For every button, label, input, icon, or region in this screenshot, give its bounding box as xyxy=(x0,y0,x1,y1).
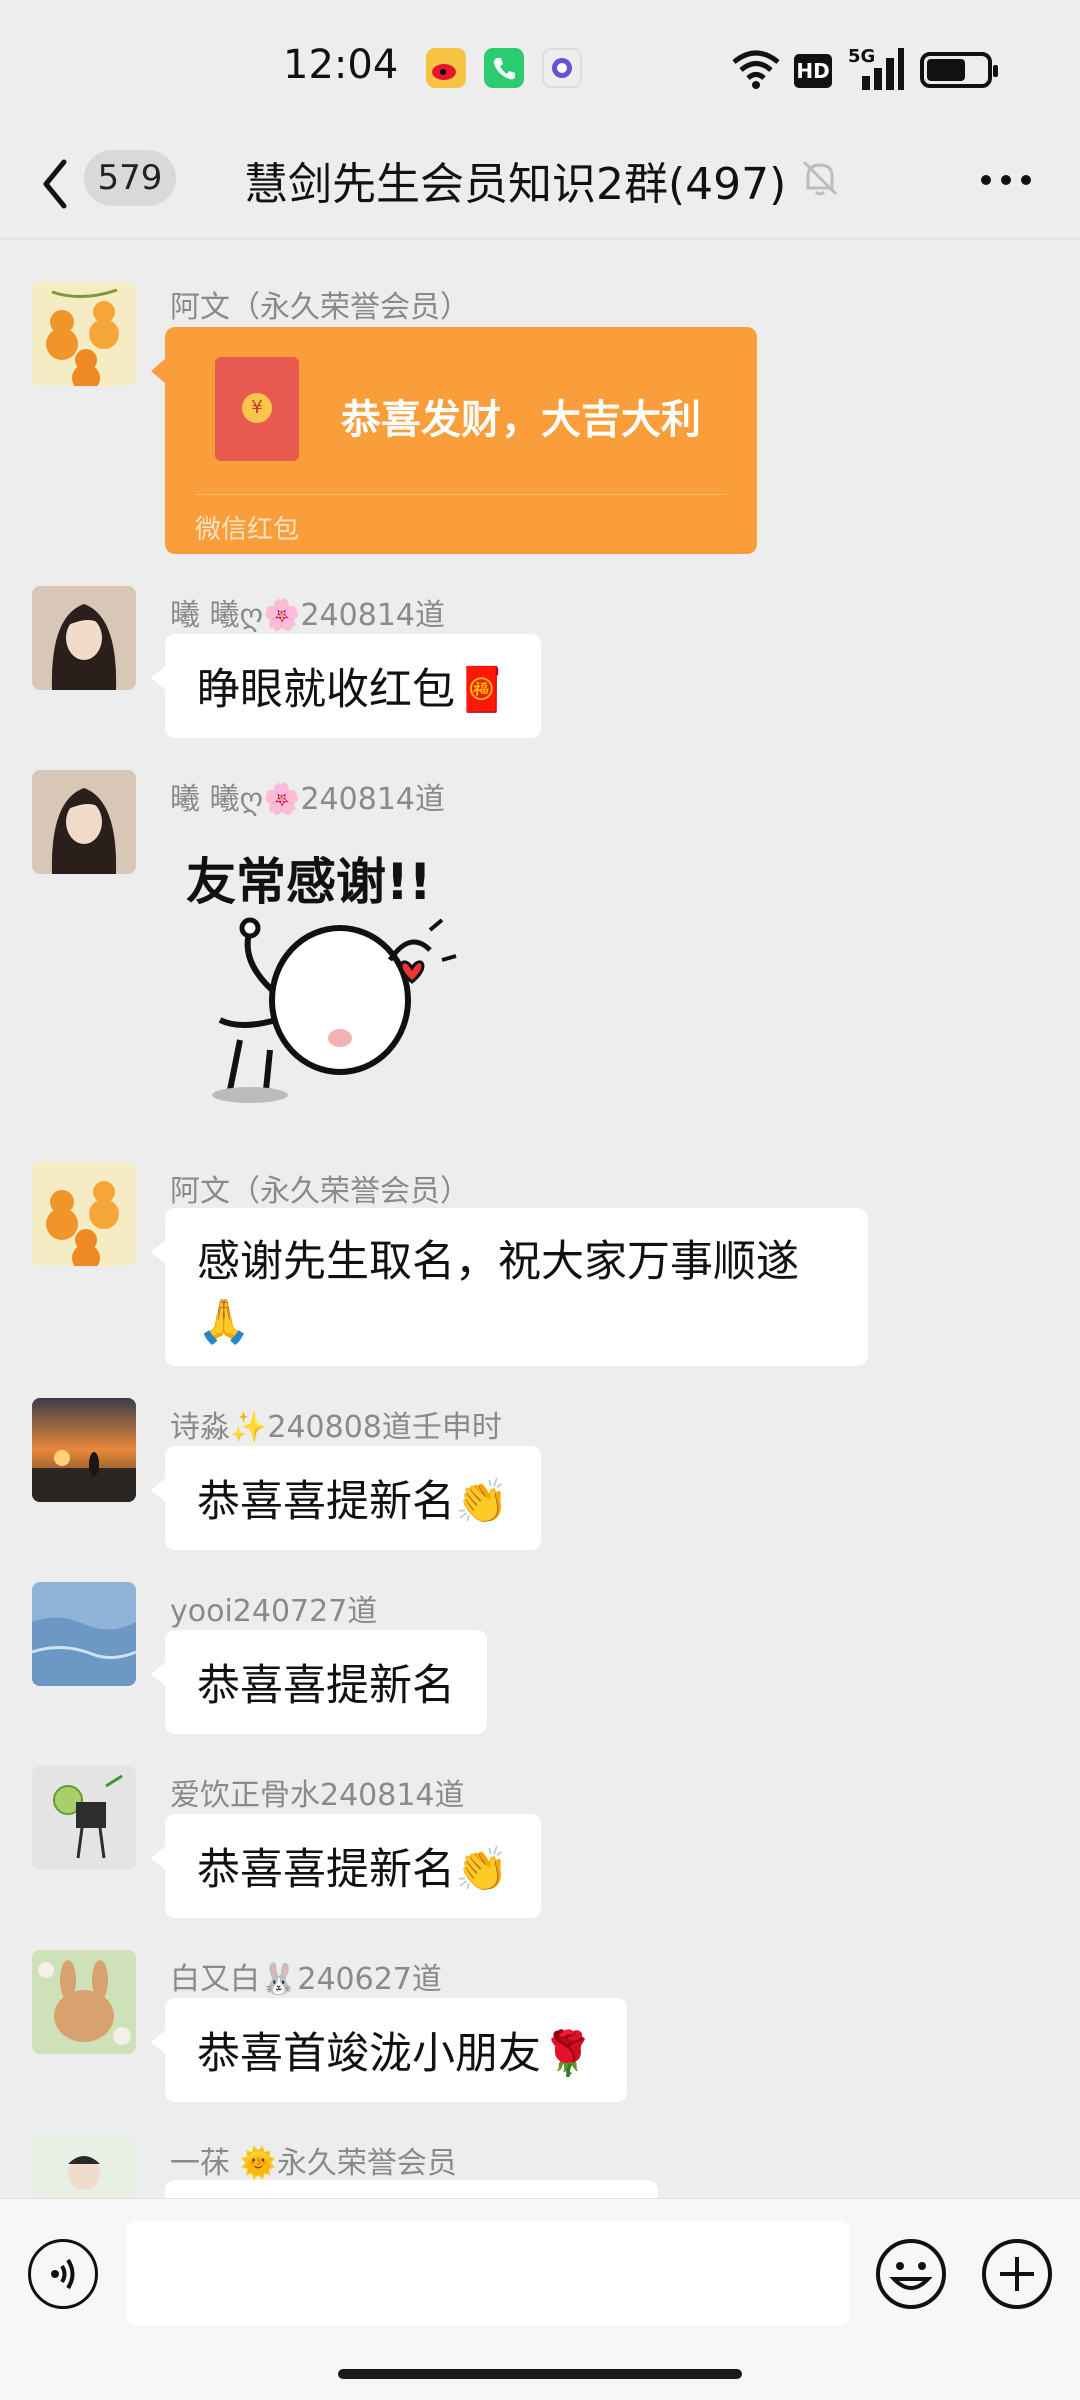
unread-count-badge[interactable]: 579 xyxy=(84,150,176,206)
message-bubble[interactable]: 恭喜首竣泷小朋友🌹 xyxy=(151,1998,627,2102)
avatar[interactable] xyxy=(32,586,136,690)
message-text: 恭喜喜提新名👏 xyxy=(197,1845,509,1895)
sender-name: 一茠 🌞永久荣誉会员 xyxy=(170,2146,457,2181)
message-input[interactable] xyxy=(126,2221,850,2325)
app-icon xyxy=(542,48,582,88)
sender-name: 爱饮正骨水240814道 xyxy=(170,1778,465,1813)
sticker-message[interactable]: 友常感谢!! xyxy=(180,830,480,1120)
avatar[interactable] xyxy=(32,1398,136,1502)
status-bar: 12:04 HD 5G xyxy=(0,0,1080,130)
message-bubble[interactable]: 恭喜喜提新名 xyxy=(151,1630,487,1734)
back-arrow-icon[interactable] xyxy=(36,154,76,214)
chat-title: 慧剑先生会员知识2群(497) xyxy=(244,159,787,210)
sender-name: 曦 曦ღ🌸240814道 xyxy=(170,782,445,817)
sender-name: 阿文（永久荣誉会员） xyxy=(170,1174,470,1209)
red-packet-title: 恭喜发财，大吉大利 xyxy=(341,397,701,443)
voice-input-icon[interactable] xyxy=(28,2239,98,2309)
message-bubble[interactable]: 睁眼就收红包🧧 xyxy=(151,634,541,738)
red-envelope-icon: ¥ xyxy=(215,357,299,461)
message-text: 恭喜首竣泷小朋友🌹 xyxy=(197,2029,595,2079)
more-options-icon[interactable] xyxy=(978,172,1034,188)
message-text: 恭喜喜提新名👏 xyxy=(197,1477,509,1527)
network-type: 5G xyxy=(848,46,876,67)
muted-bell-icon xyxy=(802,160,838,196)
message-bubble[interactable] xyxy=(151,2180,658,2236)
emoji-icon[interactable] xyxy=(874,2237,948,2311)
message-text: 恭喜喜提新名 xyxy=(197,1661,455,1711)
weibo-icon xyxy=(426,48,466,88)
red-packet-label: 微信红包 xyxy=(195,515,300,545)
avatar[interactable] xyxy=(32,770,136,874)
avatar[interactable] xyxy=(32,1766,136,1870)
sticker-image xyxy=(212,917,457,1103)
battery-icon xyxy=(920,52,998,88)
sender-name: 阿文（永久荣誉会员） xyxy=(170,290,470,325)
red-packet-message[interactable]: ¥ 恭喜发财，大吉大利 微信红包 xyxy=(151,327,757,554)
sender-name: 诗淼✨240808道壬申时 xyxy=(170,1410,502,1445)
avatar[interactable] xyxy=(32,282,136,386)
message-bubble[interactable]: 恭喜喜提新名👏 xyxy=(151,1814,541,1918)
plus-icon[interactable] xyxy=(980,2237,1054,2311)
message-bubble[interactable]: 恭喜喜提新名👏 xyxy=(151,1446,541,1550)
sender-name: yooi240727道 xyxy=(170,1594,378,1629)
message-bubble[interactable]: 感谢先生取名，祝大家万事顺遂🙏 xyxy=(151,1208,868,1366)
avatar[interactable] xyxy=(32,2134,136,2198)
sender-name: 白又白🐰240627道 xyxy=(170,1962,442,1997)
signal-icon: 5G xyxy=(848,46,904,90)
avatar[interactable] xyxy=(32,1162,136,1266)
message-text: 感谢先生取名，祝大家万事顺遂🙏 xyxy=(197,1237,799,1347)
avatar[interactable] xyxy=(32,1950,136,2054)
home-indicator[interactable] xyxy=(338,2369,742,2379)
input-bar xyxy=(0,2198,1080,2400)
sender-name: 曦 曦ღ🌸240814道 xyxy=(170,598,445,633)
chat-header: 579 慧剑先生会员知识2群(497) xyxy=(0,130,1080,238)
avatar[interactable] xyxy=(32,1582,136,1686)
message-text: 睁眼就收红包🧧 xyxy=(197,665,509,715)
hd-icon: HD xyxy=(794,54,832,88)
status-time: 12:04 xyxy=(283,42,399,88)
wifi-icon xyxy=(732,50,780,89)
red-packet-divider xyxy=(195,494,727,495)
header-divider xyxy=(0,238,1080,240)
phone-icon xyxy=(484,48,524,88)
